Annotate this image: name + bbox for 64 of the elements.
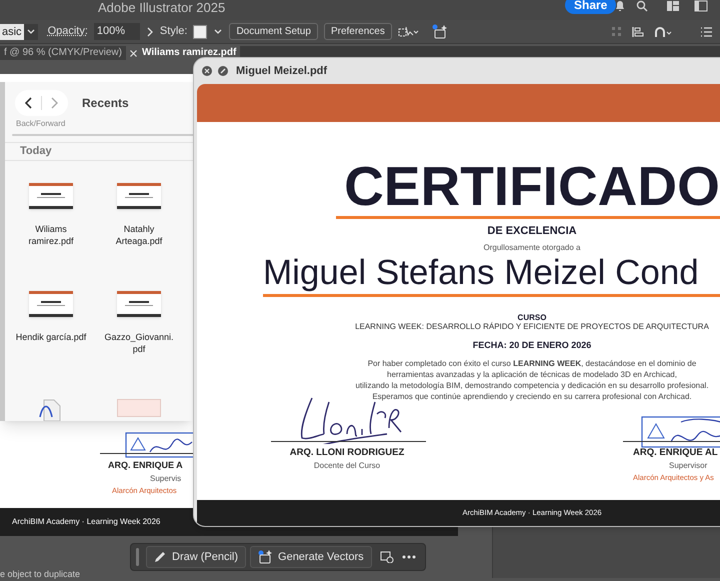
pencil-icon — [154, 551, 166, 563]
chevron-down-icon — [24, 24, 38, 40]
certificate-heading: CERTIFICADO — [344, 158, 720, 214]
task-button[interactable]: Generate Vectors — [250, 546, 372, 568]
file-name[interactable]: Gazzo_Giovanni.pdf — [103, 330, 175, 354]
document-thumbnail[interactable] — [117, 398, 161, 416]
file-name[interactable]: Wiliams ramirez.pdf — [15, 222, 87, 246]
toolbar-button[interactable]: Document Setup — [229, 23, 318, 40]
signer-role: Supervisor — [669, 460, 708, 472]
close-icon — [202, 66, 212, 76]
blocked-icon — [218, 66, 228, 76]
awarded-text: Orgullosamente otorgado a — [484, 242, 580, 254]
bell-icon — [614, 0, 626, 12]
magnet-icon — [654, 26, 674, 38]
grip-handle[interactable] — [136, 548, 139, 566]
sparkle-icon — [258, 550, 272, 564]
align-icon — [632, 26, 644, 38]
certificate-thumbnail[interactable] — [29, 290, 73, 316]
share-button[interactable]: Share — [565, 0, 616, 14]
chevron-down-icon — [213, 26, 224, 36]
document-tab[interactable]: f @ 96 % (CMYK/Preview) — [0, 46, 126, 60]
certificate-body: Por haber completado con éxito el curso LEARNING WEEK, destacándose en el dominio de herramientas avanzadas y la aplicación de técnicas de modelado 3D en Archicad, utilizando la metodología BIM, demostrando competencia y dedicación en su desarrollo profesional. Esperamos que continúe aprendiendo y creciendo en su carrera profesional con Archicad. — [355, 358, 709, 402]
certificate-thumbnail[interactable] — [117, 290, 161, 316]
more-icon — [402, 555, 416, 559]
file-name[interactable]: Hendik garcía.pdf — [15, 330, 87, 342]
certificate-thumbnail[interactable] — [117, 182, 161, 208]
sidebar-icon — [694, 0, 708, 12]
signer-name: ARQ. ENRIQUE AL — [633, 446, 718, 460]
document-tab[interactable]: Wiliams ramirez.pdf — [126, 46, 240, 60]
signer-role: Docente del Curso — [314, 460, 380, 472]
recipient-name: Miguel Stefans Meizel Cond — [263, 254, 700, 292]
list-icon — [700, 26, 712, 36]
stamp-drawing — [125, 432, 195, 458]
style-swatch[interactable] — [193, 24, 208, 38]
signer-name: ARQ. LLONI RODRIGUEZ — [290, 446, 404, 460]
back-icon — [25, 97, 33, 109]
preset-dropdown[interactable]: asic — [0, 24, 24, 40]
window-title: Adobe Illustrator 2025 — [98, 0, 226, 17]
signer-role: Supervis — [150, 473, 182, 485]
opacity-field[interactable]: 100% — [94, 23, 140, 40]
footer-text: ArchiBIM Academy · Learning Week 2026 — [12, 516, 160, 528]
course-label: CURSO — [518, 312, 546, 322]
nav-label: Back/Forward — [15, 118, 66, 130]
forward-icon — [50, 97, 58, 109]
certificate-date: FECHA: 20 DE ENERO 2026 — [472, 338, 592, 352]
close-icon — [130, 50, 137, 56]
grid-icon — [612, 26, 622, 36]
style-label: Style: — [160, 24, 188, 40]
certificate-thumbnail[interactable] — [29, 182, 73, 208]
window-title: Miguel Meizel.pdf — [236, 64, 328, 79]
search-icon — [636, 0, 648, 12]
section-header: Today — [20, 144, 52, 159]
panels-icon — [666, 0, 680, 12]
course-title: LEARNING WEEK: DESARROLLO RÁPIDO Y EFICIENTE DE PROYECTOS DE ARQUITECTURA — [355, 322, 709, 332]
task-button[interactable]: Draw (Pencil) — [146, 546, 246, 568]
signer-name: ARQ. ENRIQUE A — [108, 459, 183, 472]
sparkle-icon — [432, 24, 448, 40]
chevron-right-icon — [146, 26, 154, 36]
opacity-label: Opacity: — [48, 24, 88, 40]
file-name[interactable]: Natahly Arteaga.pdf — [103, 222, 175, 246]
status-text: e object to duplicate — [0, 569, 80, 579]
toolbar-button[interactable]: Preferences — [324, 23, 392, 40]
certificate-subheading: DE EXCELENCIA — [487, 224, 577, 239]
window-title: Recents — [82, 95, 129, 112]
